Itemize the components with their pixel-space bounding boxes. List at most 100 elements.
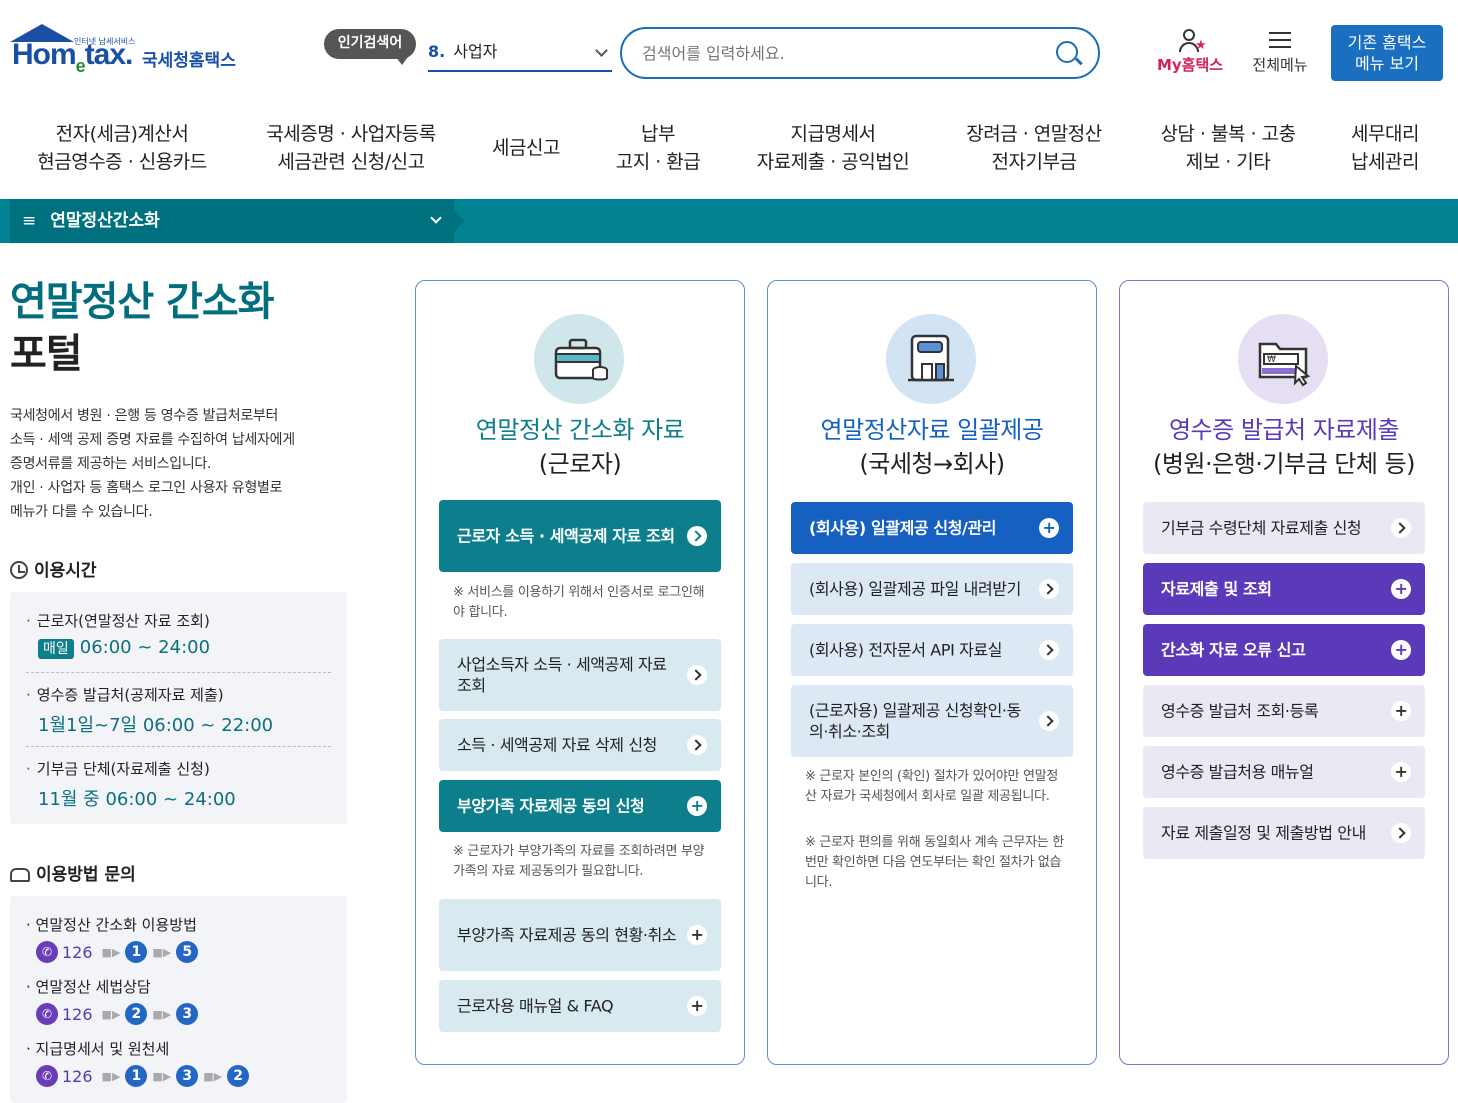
chevron-right-icon [1391, 823, 1411, 843]
search-box [620, 27, 1100, 79]
contact-item: · 연말정산 세법상담 ✆ 126 ■▶ 2 ■▶ 3 [26, 976, 331, 1027]
phone-icon: ✆ [36, 1003, 58, 1025]
error-report-button[interactable]: 간소화 자료 오류 신고 + [1143, 624, 1425, 676]
chevron-right-icon [1039, 579, 1059, 599]
inquiry-heading: 이용방법 문의 [10, 860, 136, 885]
plus-icon: + [687, 796, 707, 816]
divider [26, 746, 331, 747]
card-bulk-provision: 연말정산자료 일괄제공 (국세청→회사) (회사용) 일괄제공 신청/관리 + (… [767, 280, 1097, 1065]
popular-rank: 8. [428, 42, 446, 61]
donation-org-submit-button[interactable]: 기부금 수령단체 자료제출 신청 [1143, 502, 1425, 554]
api-library-button[interactable]: (회사용) 전자문서 API 자료실 [791, 624, 1073, 676]
dependent-consent-status-button[interactable]: 부양가족 자료제공 동의 현황·취소 + [439, 899, 721, 971]
hours-item: · 영수증 발급처(공제자료 제출) 1월1일~7일 06:00 ~ 22:00 [26, 686, 274, 736]
issuer-register-button[interactable]: 영수증 발급처 조회·등록 + [1143, 685, 1425, 737]
gnb-item-certificate[interactable]: 국세증명 · 사업자등록 세금관련 신청/신고 [250, 120, 452, 176]
hours-heading: 이용시간 [10, 556, 97, 581]
arrow-icon: ■▶ [152, 1007, 172, 1021]
gnb-item-year-end[interactable]: 장려금 · 연말정산 전자기부금 [950, 120, 1118, 176]
all-menu-button[interactable]: 전체메뉴 [1244, 28, 1316, 80]
submission-schedule-button[interactable]: 자료 제출일정 및 제출방법 안내 [1143, 807, 1425, 859]
breadcrumb-menu-dropdown[interactable]: ≡ 연말정산간소화 [10, 199, 454, 243]
gnb-item-payment[interactable]: 납부 고지 · 환급 [600, 120, 716, 176]
chevron-right-icon [687, 665, 707, 685]
sidebar: 연말정산 간소화 포털 국세청에서 병원 · 은행 등 영수증 발급처로부터 소… [0, 276, 360, 1103]
folder-cursor-icon: ₩ [1238, 314, 1328, 404]
header: 인터넷 납세서비스 Hometax. 국세청홈택스 인기검색어 8. 사업자 ★ … [0, 0, 1458, 100]
inquiry-box: · 연말정산 간소화 이용방법 ✆ 126 ■▶ 1 ■▶ 5 · 연말정산 세법상담 ✆… [10, 896, 347, 1103]
list-icon: ≡ [22, 211, 37, 231]
employee-data-lookup-button[interactable]: 근로자 소득 · 세액공제 자료 조회 [439, 500, 721, 572]
plus-icon: + [1391, 640, 1411, 660]
popular-term: 사업자 [453, 42, 498, 61]
telephone-icon [10, 868, 30, 882]
contact-item: · 지급명세서 및 원천세 ✆ 126 ■▶ 1 ■▶ 3 ■▶ 2 [26, 1038, 331, 1089]
card-note: ※ 근로자 편의를 위해 동일회사 계속 근무자는 한 번만 확인하면 다음 연… [805, 835, 1064, 890]
employee-manual-faq-button[interactable]: 근로자용 매뉴얼 & FAQ + [439, 980, 721, 1032]
dependent-consent-button[interactable]: 부양가족 자료제공 동의 신청 + [439, 780, 721, 832]
logo-korean: 국세청홈택스 [142, 51, 236, 71]
bulk-file-download-button[interactable]: (회사용) 일괄제공 파일 내려받기 [791, 563, 1073, 615]
chevron-down-icon [595, 44, 608, 57]
plus-icon: + [687, 996, 707, 1016]
card-note: ※ 근로자 본인의 (확인) 절차가 있어야만 연말정산 자료가 국세청에서 회… [805, 769, 1059, 804]
chevron-right-icon [687, 526, 707, 546]
hours-item: · 근로자(연말정산 자료 조회) 매일 06:00 ~ 24:00 [26, 612, 211, 659]
issuer-manual-button[interactable]: 영수증 발급처용 매뉴얼 + [1143, 746, 1425, 798]
business-income-lookup-button[interactable]: 사업소득자 소득 · 세액공제 자료 조회 [439, 639, 721, 711]
chevron-down-icon [430, 212, 442, 224]
plus-icon: + [1039, 518, 1059, 538]
data-submit-lookup-button[interactable]: 자료제출 및 조회 + [1143, 563, 1425, 615]
gnb-item-tax-agent[interactable]: 세무대리 납세관리 [1340, 120, 1430, 176]
plus-icon: + [1391, 762, 1411, 782]
delete-request-button[interactable]: 소득 · 세액공제 자료 삭제 신청 [439, 719, 721, 771]
my-hometax-button[interactable]: ★ My홈택스 [1150, 28, 1230, 80]
my-hometax-label: My홈택스 [1156, 56, 1224, 74]
briefcase-icon [534, 314, 624, 404]
card-title: 영수증 발급처 자료제출 (병원·은행·기부금 단체 등) [1152, 416, 1416, 478]
hours-box: · 근로자(연말정산 자료 조회) 매일 06:00 ~ 24:00 · 영수증 발급… [10, 592, 347, 824]
gnb-item-consult[interactable]: 상담 · 불복 · 고충 제보 · 기타 [1146, 120, 1310, 176]
search-input[interactable] [642, 41, 1042, 65]
card-employee-data: 연말정산 간소화 자료 (근로자) 근로자 소득 · 세액공제 자료 조회 ※ … [415, 280, 745, 1065]
phone-icon: ✆ [36, 941, 58, 963]
arrow-icon: ■▶ [203, 1069, 223, 1083]
divider [26, 672, 331, 673]
breadcrumb-separator [444, 199, 464, 243]
employee-consent-check-button[interactable]: (근로자용) 일괄제공 신청확인·동의·취소·조회 [791, 685, 1073, 757]
bulk-apply-manage-button[interactable]: (회사용) 일괄제공 신청/관리 + [791, 502, 1073, 554]
phone-icon: ✆ [36, 1065, 58, 1087]
search-icon[interactable] [1056, 41, 1078, 63]
popular-search-dropdown[interactable]: 8. 사업자 [428, 34, 612, 72]
plus-icon: + [1391, 701, 1411, 721]
arrow-icon: ■▶ [152, 945, 172, 959]
gnb-item-payment-statement[interactable]: 지급명세서 자료제출 · 공익법인 [740, 120, 926, 176]
hometax-logo[interactable]: 인터넷 납세서비스 Hometax. 국세청홈택스 [10, 24, 260, 84]
gnb-item-tax-report[interactable]: 세금신고 [480, 134, 572, 162]
hours-item: · 기부금 단체(자료제출 신청) 11월 중 06:00 ~ 24:00 [26, 760, 236, 810]
plus-icon: + [687, 925, 707, 945]
chevron-right-icon [1391, 518, 1411, 538]
arrow-icon: ■▶ [152, 1069, 172, 1083]
building-icon [886, 314, 976, 404]
breadcrumb-label: 연말정산간소화 [50, 211, 160, 231]
popular-search-badge: 인기검색어 [324, 29, 416, 65]
page-title: 연말정산 간소화 포털 [10, 279, 275, 377]
card-title: 연말정산자료 일괄제공 (국세청→회사) [820, 416, 1044, 478]
all-menu-label: 전체메뉴 [1252, 56, 1308, 74]
hamburger-icon [1269, 32, 1291, 48]
old-hometax-menu-button[interactable]: 기존 홈택스 메뉴 보기 [1331, 25, 1443, 81]
chevron-right-icon [687, 735, 707, 755]
card-receipt-issuer: ₩ 영수증 발급처 자료제출 (병원·은행·기부금 단체 등) 기부금 수령단체… [1119, 280, 1449, 1065]
clock-icon [10, 561, 28, 579]
card-title: 연말정산 간소화 자료 (근로자) [475, 416, 685, 478]
svg-text:₩: ₩ [1267, 355, 1276, 365]
chevron-right-icon [1039, 711, 1059, 731]
gnb-item-e-invoice[interactable]: 전자(세금)계산서 현금영수증 · 신용카드 [22, 120, 222, 176]
chevron-right-icon [1039, 640, 1059, 660]
arrow-icon: ■▶ [101, 1007, 121, 1021]
daily-badge: 매일 [38, 639, 74, 659]
card-note: ※ 근로자가 부양가족의 자료를 조회하려면 부양가족의 자료 제공동의가 필요… [453, 844, 705, 879]
plus-icon: + [1391, 579, 1411, 599]
user-star-icon: ★ [1179, 28, 1207, 53]
